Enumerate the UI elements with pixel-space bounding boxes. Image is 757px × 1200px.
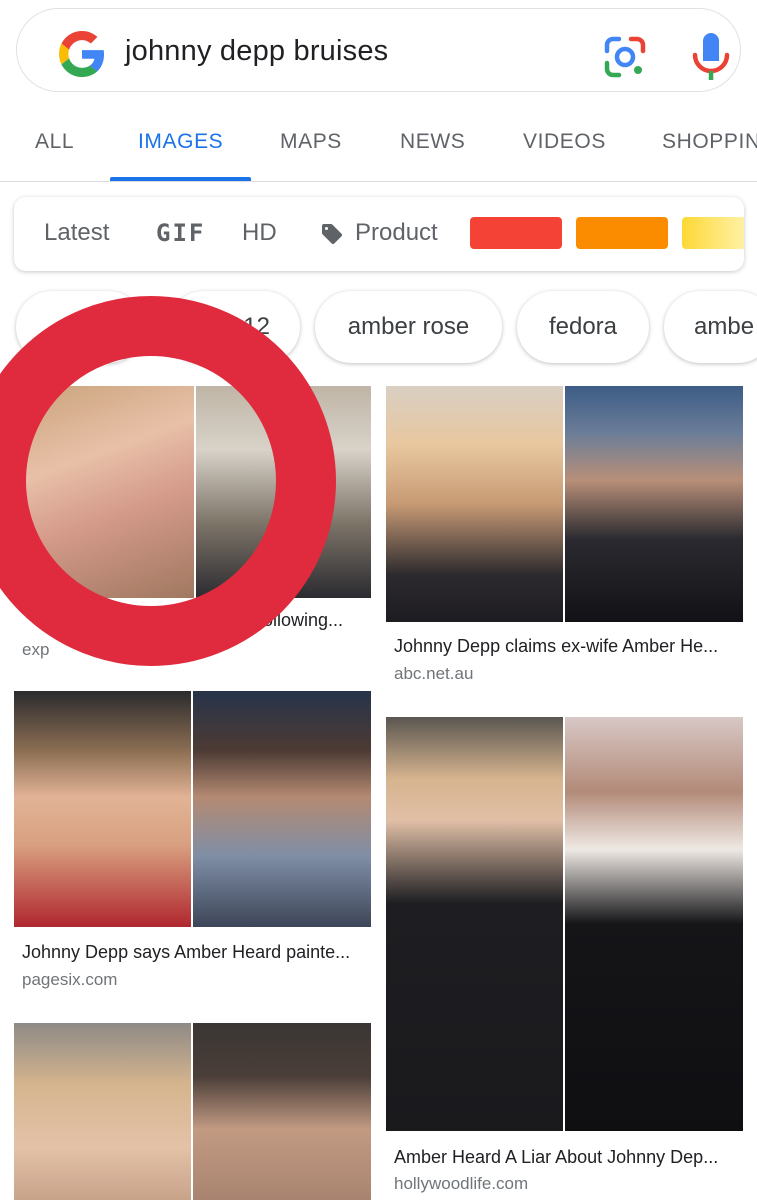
filter-hd[interactable]: HD (242, 219, 277, 247)
tab-videos[interactable]: VIDEOS (523, 130, 606, 154)
tab-shopping[interactable]: SHOPPIN (662, 130, 757, 154)
result-caption-4[interactable]: Amber Heard A Liar About Johnny Dep... (394, 1147, 739, 1168)
image-photo (193, 691, 371, 927)
result-image-4[interactable] (386, 717, 743, 1131)
result-image-3[interactable] (14, 691, 371, 927)
chip-amber[interactable]: ambe (664, 291, 757, 363)
active-tab-indicator (110, 177, 251, 181)
search-tabs: ALL IMAGES MAPS NEWS VIDEOS SHOPPIN (0, 100, 757, 182)
result-image-2[interactable] (386, 386, 743, 622)
tab-all[interactable]: ALL (35, 130, 74, 154)
chip-label: fedora (548, 313, 618, 340)
image-photo (14, 691, 191, 927)
color-swatch-orange[interactable] (576, 217, 668, 249)
result-source-3: pagesix.com (22, 970, 118, 989)
image-photo (193, 1023, 371, 1200)
filter-latest[interactable]: Latest (44, 219, 109, 247)
tab-news[interactable]: NEWS (400, 130, 465, 154)
chip-label: ambe (694, 313, 755, 340)
image-photo (565, 386, 743, 622)
result-source-2: abc.net.au (394, 664, 474, 683)
result-source-4: hollywoodlife.com (394, 1174, 529, 1193)
result-caption-1[interactable]: s following... (244, 610, 372, 631)
filter-product[interactable]: Product (355, 219, 438, 247)
image-photo (386, 386, 563, 622)
tab-images[interactable]: IMAGES (138, 130, 223, 154)
chip-fedora[interactable]: fedora (517, 291, 649, 363)
tab-maps[interactable]: MAPS (280, 130, 342, 154)
image-photo (14, 1023, 191, 1200)
color-swatch-yellow[interactable] (682, 217, 744, 249)
chip-partial[interactable]: 12 (168, 291, 300, 363)
result-image-5[interactable] (14, 1023, 371, 1200)
chip-label: amber rose (347, 313, 470, 340)
image-photo (386, 717, 563, 1131)
image-photo (14, 386, 194, 598)
chip-amber-rose[interactable]: amber rose (315, 291, 502, 363)
result-caption-2[interactable]: Johnny Depp claims ex-wife Amber He... (394, 636, 739, 657)
search-bar[interactable]: johnny depp bruises (16, 8, 741, 92)
chip-hidden[interactable] (16, 291, 144, 363)
search-input[interactable]: johnny depp bruises (125, 35, 388, 68)
filter-gif[interactable]: GIF (156, 219, 205, 247)
chip-label: 12 (243, 313, 270, 340)
image-photo (565, 717, 743, 1131)
google-lens-icon[interactable] (601, 33, 649, 81)
filter-bar: Latest GIF HD Product (14, 197, 744, 271)
microphone-icon[interactable] (689, 31, 733, 81)
result-caption-3[interactable]: Johnny Depp says Amber Heard painte... (22, 942, 367, 963)
color-swatch-red[interactable] (470, 217, 562, 249)
result-source-1: exp (22, 640, 50, 659)
image-photo (196, 386, 371, 598)
google-g-icon (59, 31, 105, 77)
tag-icon (322, 224, 342, 245)
result-image-1[interactable] (14, 386, 371, 598)
